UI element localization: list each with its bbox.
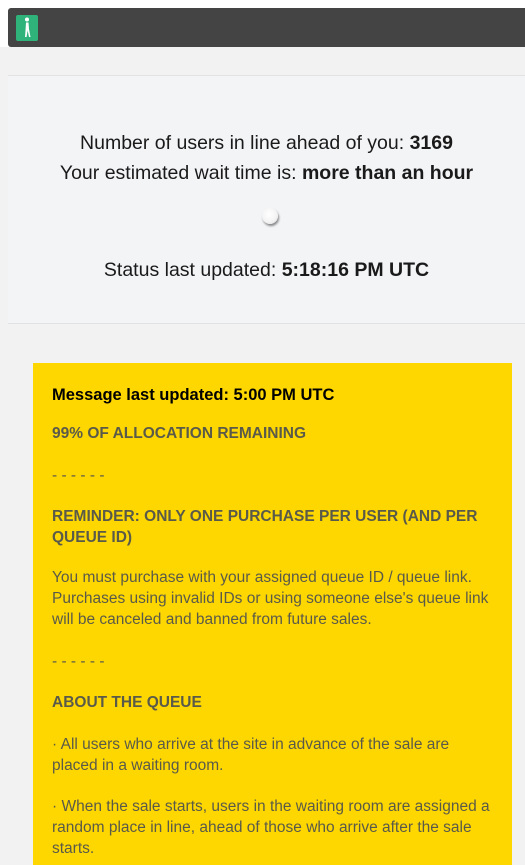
queue-position-count: 3169 xyxy=(409,132,453,154)
queue-position-label: Number of users in line ahead of you: xyxy=(80,132,405,154)
reminder-body: You must purchase with your assigned que… xyxy=(52,569,489,628)
estimated-wait-value: more than an hour xyxy=(301,162,474,184)
divider-text: - - - - - - xyxy=(52,467,105,484)
queue-position: Number of users in line ahead of you: 31… xyxy=(8,132,525,155)
status-last-updated: Status last updated: 5:18:16 PM UTC xyxy=(8,259,525,282)
estimated-wait-label: Your estimated wait time is: xyxy=(59,162,297,184)
estimated-wait: Your estimated wait time is: more than a… xyxy=(8,162,525,185)
allocation-remaining: 99% OF ALLOCATION REMAINING xyxy=(52,425,307,442)
divider-text: - - - - - - xyxy=(52,653,105,670)
about-queue-title: ABOUT THE QUEUE xyxy=(52,694,202,711)
about-queue-point: · When the sale starts, users in the wai… xyxy=(52,798,490,857)
loading-spinner-icon xyxy=(262,208,278,224)
status-updated-time: 5:18:16 PM UTC xyxy=(281,259,430,281)
queue-status-panel: Number of users in line ahead of you: 31… xyxy=(8,75,525,324)
about-queue-point: · All users who arrive at the site in ad… xyxy=(52,736,450,774)
message-updated: Message last updated: 5:00 PM UTC xyxy=(52,386,335,404)
reminder-title: REMINDER: ONLY ONE PURCHASE PER USER (AN… xyxy=(52,508,478,546)
queue-message-box: Message last updated: 5:00 PM UTC 99% OF… xyxy=(33,363,512,865)
walking-person-icon xyxy=(16,15,38,41)
status-updated-label: Status last updated: xyxy=(103,259,277,281)
top-bar xyxy=(8,8,525,47)
